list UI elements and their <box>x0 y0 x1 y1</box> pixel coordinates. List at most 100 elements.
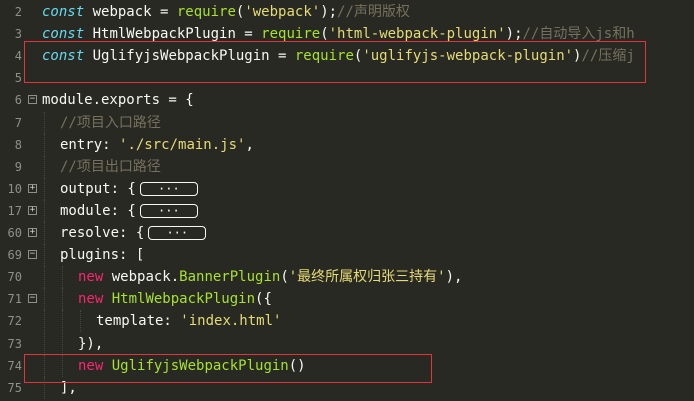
code-token: 'webpack' <box>244 4 321 20</box>
code-line[interactable]: 7 //项目入口路径 <box>0 111 694 134</box>
code-token: ( <box>280 269 289 286</box>
code-token: require <box>176 4 236 20</box>
code-line[interactable]: 17 + module: {··· <box>0 199 694 222</box>
line-number: 8 <box>14 137 22 152</box>
code-token: ); <box>505 26 523 43</box>
line-number: 70 <box>7 270 22 285</box>
line-number: 75 <box>7 380 22 395</box>
folded-code-placeholder[interactable]: ··· <box>139 181 198 196</box>
code-token: , <box>245 136 254 153</box>
code-text: new webpack.BannerPlugin('最终所属权归张三持有'), <box>78 266 462 288</box>
code-text: }), <box>78 333 103 355</box>
indent-guide <box>44 177 45 200</box>
code-token: //自动导入js和h <box>522 26 635 43</box>
code-token: resolve: { <box>60 225 145 241</box>
line-number: 17 <box>7 203 22 218</box>
code-line[interactable]: 69− plugins: [ <box>0 244 694 267</box>
code-token: './src/main.js' <box>119 136 246 153</box>
fold-expand-icon[interactable]: + <box>28 183 37 193</box>
code-token: output: { <box>60 180 136 197</box>
folded-code-placeholder[interactable]: ··· <box>148 226 207 240</box>
code-token: //项目出口路径 <box>60 158 161 175</box>
code-token: ( <box>320 26 329 43</box>
line-number: 10 <box>7 181 22 196</box>
indent-guide <box>80 310 81 333</box>
code-text: //项目出口路径 <box>60 156 161 178</box>
line-number: 9 <box>14 159 22 174</box>
indent-guide <box>44 244 45 267</box>
code-token: ), <box>445 269 463 286</box>
code-line[interactable]: 71− new HtmlWebpackPlugin({ <box>0 288 694 311</box>
code-token: webpack = <box>84 4 177 20</box>
code-token: require <box>261 26 321 43</box>
line-number: 6 <box>14 93 22 108</box>
fold-expand-icon[interactable]: + <box>28 228 37 237</box>
line-number: 71 <box>7 292 22 307</box>
code-text: resolve: {··· <box>60 222 207 244</box>
indent-guide <box>44 332 45 355</box>
indent-guide <box>62 310 63 333</box>
indent-guide <box>44 310 45 333</box>
fold-expand-icon[interactable]: + <box>28 205 37 215</box>
code-token: }), <box>78 335 104 352</box>
indent-guide <box>62 332 63 355</box>
indent-guide <box>44 155 45 178</box>
code-text: plugins: [ <box>60 244 144 266</box>
line-number: 4 <box>14 49 22 64</box>
code-token: entry: <box>60 136 120 153</box>
indent-guide <box>44 111 45 134</box>
code-line[interactable]: 2 const webpack = require('webpack');//声明… <box>0 1 694 23</box>
code-text: module.exports = { <box>42 89 194 111</box>
code-line[interactable]: 70 new webpack.BannerPlugin('最终所属权归张三持有')… <box>0 266 694 289</box>
code-token: ({ <box>255 291 272 308</box>
code-line[interactable]: 6− module.exports = { <box>0 89 694 111</box>
fold-collapse-icon[interactable]: − <box>28 250 37 260</box>
indent-guide <box>62 288 63 311</box>
line-number: 74 <box>7 358 22 373</box>
code-text: const webpack = require('webpack');//声明版… <box>42 1 410 23</box>
line-number: 73 <box>7 336 22 351</box>
fold-collapse-icon[interactable]: − <box>28 294 37 304</box>
line-number: 5 <box>14 71 22 86</box>
code-token: 'html-webpack-plugin' <box>328 26 506 43</box>
code-token: module.exports = { <box>42 92 194 109</box>
code-line[interactable]: 9 //项目出口路径 <box>0 155 694 178</box>
code-token: BannerPlugin <box>179 269 281 286</box>
indent-guide <box>44 266 45 289</box>
code-token: ); <box>320 4 338 20</box>
code-token: new <box>78 269 104 286</box>
code-text: template: 'index.html' <box>96 310 281 332</box>
code-text: //项目入口路径 <box>60 112 161 134</box>
code-line[interactable]: 8 entry: './src/main.js', <box>0 133 694 156</box>
line-number: 2 <box>14 5 22 19</box>
folded-code-placeholder[interactable]: ··· <box>139 203 198 218</box>
line-number: 72 <box>7 314 22 329</box>
code-token: HtmlWebpackPlugin <box>111 291 256 308</box>
indent-guide <box>44 199 45 222</box>
code-text: module: {··· <box>60 200 198 222</box>
indent-guide <box>62 266 63 289</box>
code-token: //声明版权 <box>337 4 410 20</box>
code-line[interactable]: 10 + output: {··· <box>0 177 694 200</box>
code-token: //项目入口路径 <box>60 114 161 131</box>
indent-guide <box>44 222 45 244</box>
code-token: '最终所属权归张三持有' <box>288 269 446 286</box>
code-line[interactable]: 73}), <box>0 332 694 355</box>
code-text: output: {··· <box>60 178 198 200</box>
code-token: template: <box>96 313 181 330</box>
code-line[interactable]: 72 template: 'index.html' <box>0 310 694 333</box>
code-text: new HtmlWebpackPlugin({ <box>78 288 272 310</box>
code-line[interactable]: 60 + resolve: {··· <box>0 222 694 244</box>
line-number: 7 <box>14 115 22 130</box>
highlight-box-uglify-require <box>24 41 646 83</box>
code-token: module: { <box>60 202 136 219</box>
code-token: 'index.html' <box>180 313 282 330</box>
code-token: webpack. <box>103 269 180 286</box>
code-token: plugins: [ <box>60 247 145 264</box>
line-number: 69 <box>7 248 22 263</box>
code-token: new <box>78 291 104 308</box>
indent-guide <box>44 133 45 156</box>
fold-collapse-icon[interactable]: − <box>28 95 37 105</box>
indent-guide <box>44 288 45 311</box>
